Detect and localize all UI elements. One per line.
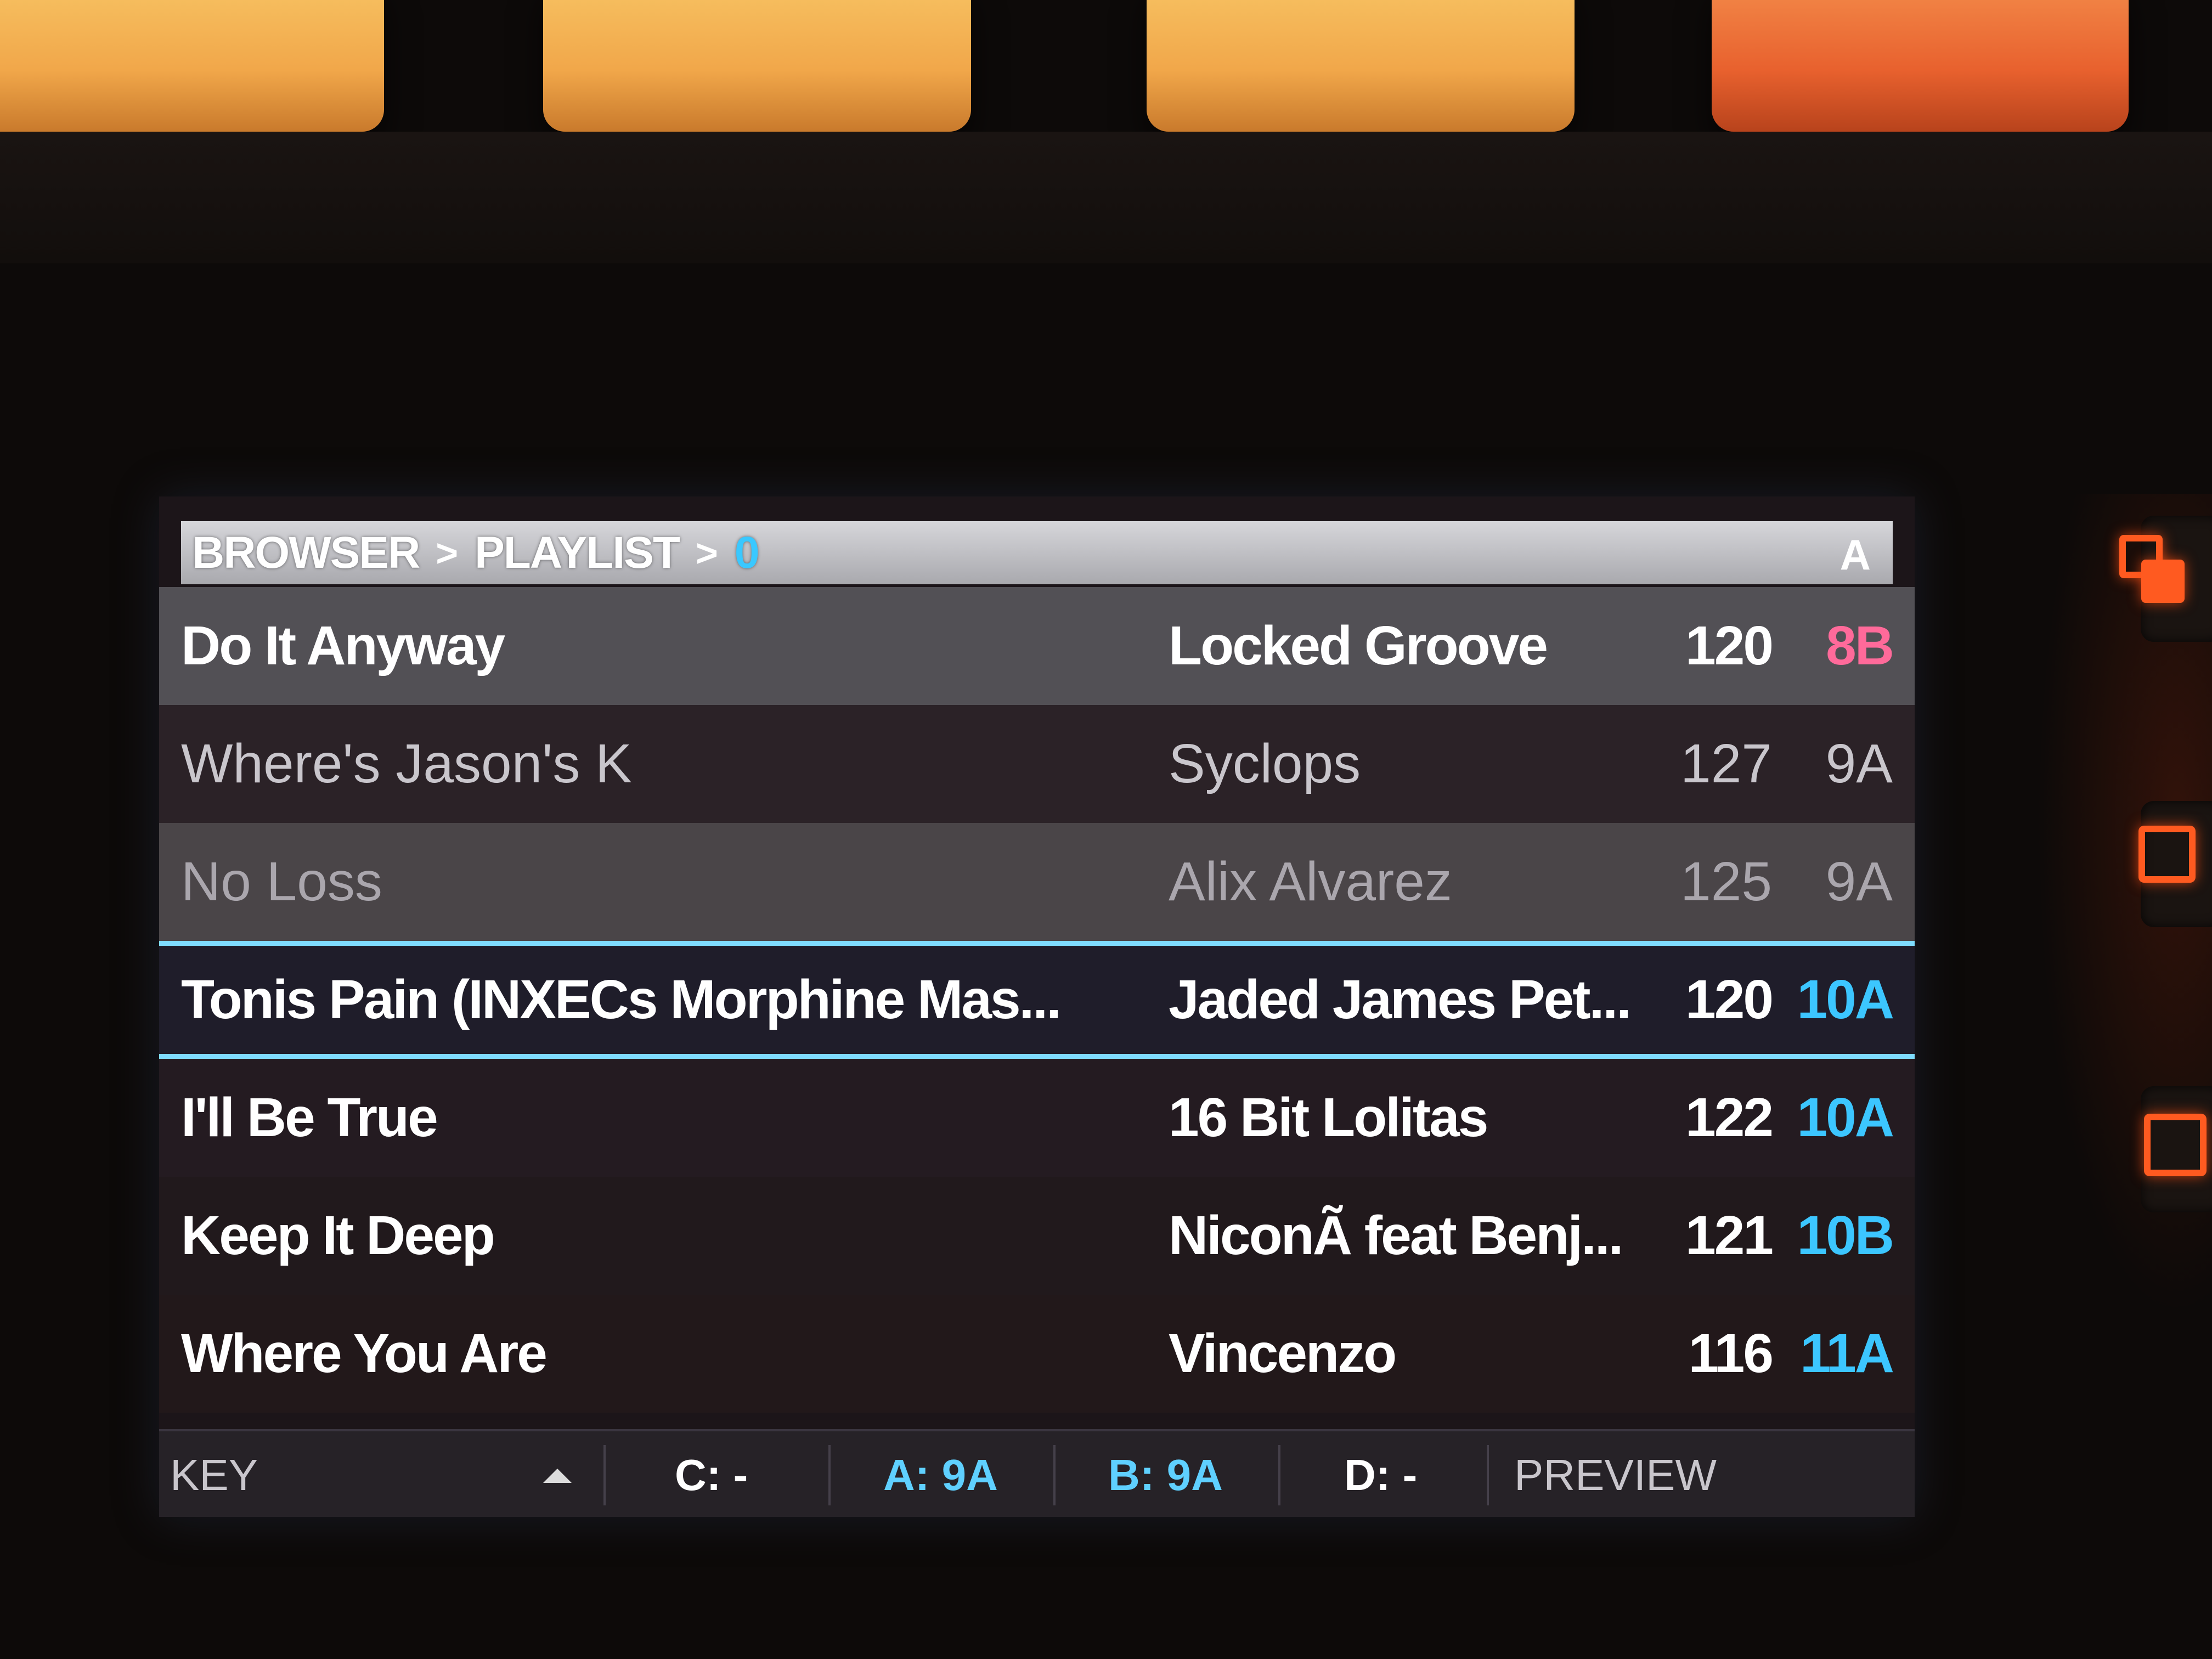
track-row[interactable]: Where You Are Vincenzo 116 11A	[159, 1295, 1915, 1413]
track-row[interactable]: Keep It Deep NiconÃ feat Benj... 121 10B	[159, 1177, 1915, 1295]
track-key: 11A	[1800, 1323, 1894, 1384]
footer-divider	[1053, 1445, 1056, 1505]
sort-key-label[interactable]: KEY	[170, 1431, 258, 1517]
deck-indicator: A	[1839, 531, 1871, 579]
track-key: 9A	[1825, 733, 1893, 794]
pad-button-4[interactable]	[1712, 0, 2129, 132]
track-bpm: 121	[1685, 1205, 1774, 1266]
duplicate-icon-front	[2141, 560, 2185, 603]
track-row-selected[interactable]: Tonis Pain (INXECs Morphine Mas... Jaded…	[159, 941, 1915, 1059]
breadcrumb-current: 0	[734, 527, 760, 578]
track-bpm: 127	[1680, 733, 1772, 794]
footer-divider	[1278, 1445, 1280, 1505]
track-row-loaded[interactable]: Do It Anyway Locked Groove 120 8B	[159, 587, 1915, 705]
track-title: Keep It Deep	[181, 1205, 495, 1266]
track-key: 9A	[1825, 851, 1893, 912]
track-artist: Alix Alvarez	[1169, 851, 1452, 912]
pad-button-1[interactable]	[0, 0, 384, 132]
track-artist: Jaded James Pet...	[1169, 969, 1632, 1030]
square-icon	[2138, 826, 2196, 883]
track-title: I'll Be True	[181, 1087, 438, 1148]
breadcrumb-browser[interactable]: BROWSER	[192, 527, 420, 579]
deck-c-key: C: -	[675, 1451, 748, 1499]
track-artist: Vincenzo	[1169, 1323, 1397, 1384]
track-bpm: 120	[1685, 615, 1774, 676]
track-bpm: 116	[1688, 1323, 1774, 1384]
breadcrumb: BROWSER > PLAYLIST > 0 A	[181, 521, 1893, 584]
track-title: No Loss	[181, 851, 382, 912]
screen-footer: KEY C: - A: 9A B: 9A D: - PREVIEW	[159, 1429, 1915, 1517]
breadcrumb-separator: >	[436, 531, 459, 574]
track-title: Do It Anyway	[181, 615, 505, 676]
footer-divider	[603, 1445, 606, 1505]
square-icon	[2144, 1114, 2207, 1176]
track-row[interactable]: I'll Be True 16 Bit Lolitas 122 10A	[159, 1059, 1915, 1177]
controller-screen: BROWSER > PLAYLIST > 0 A Do It Anyway Lo…	[159, 496, 1915, 1517]
track-key: 10A	[1797, 1087, 1894, 1148]
track-title: Tonis Pain (INXECs Morphine Mas...	[181, 969, 1062, 1030]
preview-button[interactable]: PREVIEW	[1514, 1431, 1717, 1517]
track-bpm: 120	[1685, 969, 1774, 1030]
deck-d-key: D: -	[1344, 1451, 1418, 1499]
pad-button-3[interactable]	[1147, 0, 1575, 132]
track-key: 8B	[1826, 615, 1894, 676]
breadcrumb-playlist[interactable]: PLAYLIST	[475, 527, 680, 579]
device-panel	[0, 132, 2212, 263]
pad-button-2[interactable]	[543, 0, 971, 132]
track-bpm: 122	[1685, 1087, 1774, 1148]
track-title: Where You Are	[181, 1323, 548, 1384]
track-row[interactable]: No Loss Alix Alvarez 125 9A	[159, 823, 1915, 941]
footer-divider	[1487, 1445, 1489, 1505]
track-title: Where's Jason's K	[181, 733, 632, 794]
track-bpm: 125	[1680, 851, 1772, 912]
track-artist: NiconÃ feat Benj...	[1169, 1205, 1623, 1266]
track-row[interactable]: Where's Jason's K Syclops 127 9A	[159, 705, 1915, 823]
track-artist: 16 Bit Lolitas	[1169, 1087, 1488, 1148]
track-artist: Syclops	[1169, 733, 1361, 794]
deck-a-key: A: 9A	[883, 1451, 998, 1499]
deck-b-key: B: 9A	[1108, 1451, 1223, 1499]
track-key: 10A	[1797, 969, 1894, 1030]
footer-divider	[828, 1445, 831, 1505]
breadcrumb-separator: >	[695, 531, 718, 574]
track-key: 10B	[1797, 1205, 1894, 1266]
track-artist: Locked Groove	[1169, 615, 1548, 676]
sort-ascending-icon[interactable]	[543, 1469, 572, 1483]
